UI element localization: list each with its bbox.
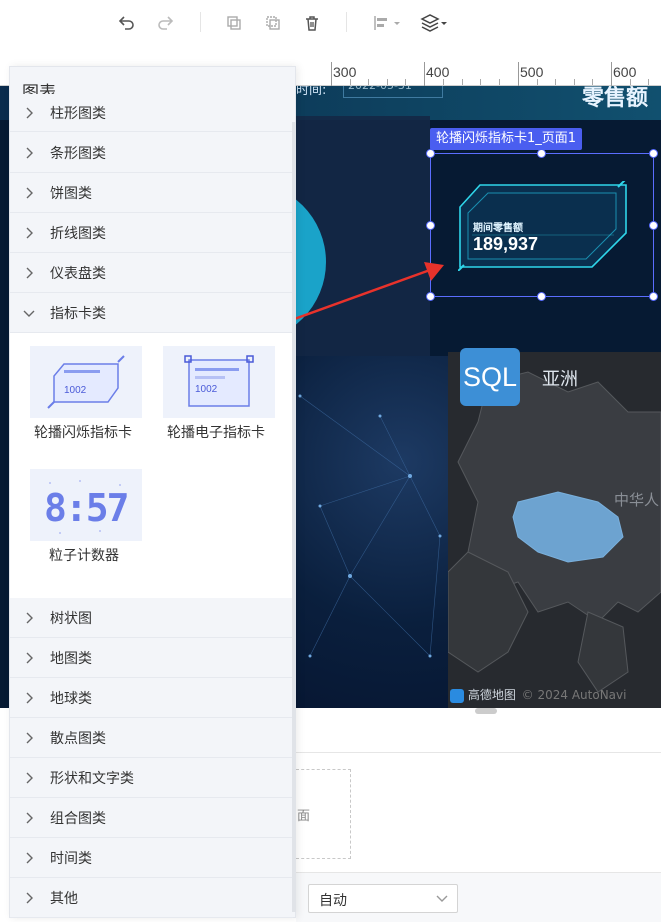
category-label: 柱形图类 (50, 105, 106, 122)
chevron-right-icon (26, 227, 33, 238)
chevron-right-icon (26, 187, 33, 198)
chevron-right-icon (26, 692, 33, 703)
category-label: 指标卡类 (50, 305, 106, 322)
category-label: 形状和文字类 (50, 770, 134, 787)
category-kpi-card[interactable]: 指标卡类 (10, 293, 293, 333)
chevron-right-icon (26, 652, 33, 663)
category-label: 其他 (50, 890, 78, 907)
thumb-carousel-digital-kpi[interactable]: 1002 (163, 346, 275, 418)
category-label: 地球类 (50, 690, 92, 707)
thumb-label: 粒子计数器 (49, 548, 119, 564)
category-label: 折线图类 (50, 225, 106, 242)
category-label: 时间类 (50, 850, 92, 867)
chevron-right-icon (26, 772, 33, 783)
category-other[interactable]: 其他 (10, 878, 293, 918)
chevron-right-icon (26, 812, 33, 823)
canvas-scrollbar[interactable] (475, 708, 497, 714)
chevron-down-icon (436, 895, 448, 902)
divider (296, 752, 661, 753)
chevron-right-icon (26, 852, 33, 863)
category-combo[interactable]: 组合图类 (10, 798, 293, 838)
add-page-text: 面 (297, 809, 311, 824)
category-time[interactable]: 时间类 (10, 838, 293, 878)
category-scatter[interactable]: 散点图类 (10, 718, 293, 758)
chevron-right-icon (26, 267, 33, 278)
category-label: 树状图 (50, 610, 92, 627)
chevron-down-icon (23, 310, 35, 317)
category-globe[interactable]: 地球类 (10, 678, 293, 718)
category-label: 地图类 (50, 650, 92, 667)
category-shapes-text[interactable]: 形状和文字类 (10, 758, 293, 798)
category-line[interactable]: 折线图类 (10, 213, 293, 253)
chevron-right-icon (26, 732, 33, 743)
chevron-right-icon (26, 147, 33, 158)
category-label: 条形图类 (50, 145, 106, 162)
zoom-select-value: 自动 (319, 893, 347, 909)
category-gauge[interactable]: 仪表盘类 (10, 253, 293, 293)
category-map[interactable]: 地图类 (10, 638, 293, 678)
zoom-select[interactable]: 自动 (308, 884, 458, 913)
thumb-label: 轮播闪烁指标卡 (34, 425, 132, 441)
chevron-right-icon (26, 107, 33, 118)
panel-scrollbar[interactable] (292, 122, 296, 912)
category-label: 散点图类 (50, 730, 106, 747)
category-bar-charts[interactable]: 柱形图类 (10, 94, 293, 132)
chevron-right-icon (26, 892, 33, 903)
category-label: 组合图类 (50, 810, 106, 827)
thumb-number: 1002 (64, 385, 87, 396)
thumb-number: 1002 (195, 384, 218, 395)
chevron-right-icon (26, 612, 33, 623)
category-label: 仪表盘类 (50, 265, 106, 282)
category-label: 饼图类 (50, 185, 92, 202)
thumb-particle-counter[interactable]: 8:57 (30, 469, 142, 541)
thumb-label: 轮播电子指标卡 (167, 425, 265, 441)
category-tree[interactable]: 树状图 (10, 598, 293, 638)
thumb-carousel-flash-kpi[interactable]: 1002 (30, 346, 142, 418)
category-horizontal-bar[interactable]: 条形图类 (10, 133, 293, 173)
thumb-counter-text: 8:57 (44, 486, 128, 530)
category-pie[interactable]: 饼图类 (10, 173, 293, 213)
